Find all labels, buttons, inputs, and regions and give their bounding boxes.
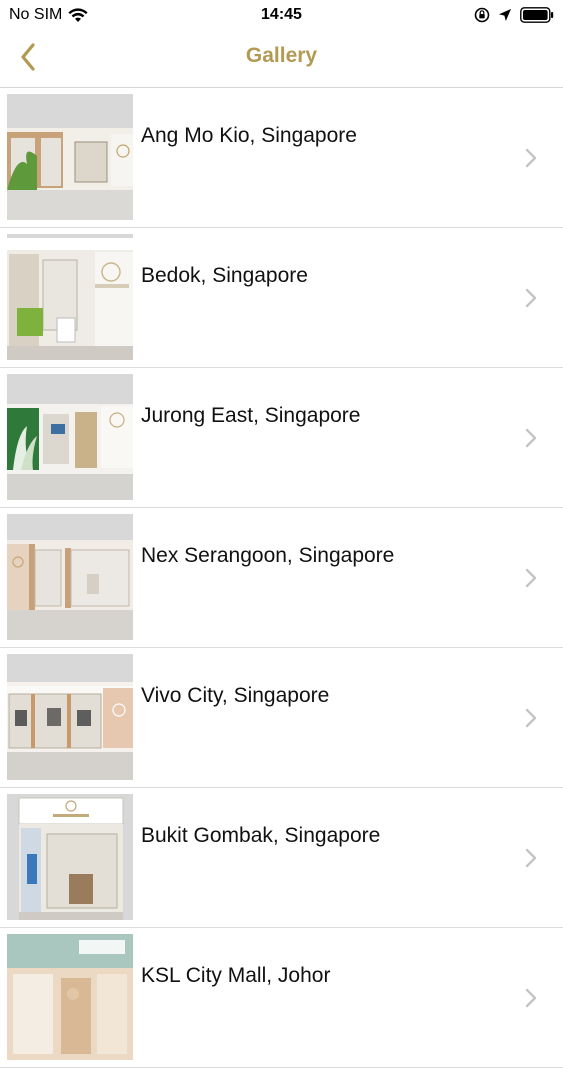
battery-icon xyxy=(520,7,554,23)
carrier-label: No SIM xyxy=(9,6,63,23)
list-item[interactable]: Jurong East, Singapore xyxy=(0,368,563,508)
navigation-bar: Gallery xyxy=(0,30,563,88)
location-name: Bedok, Singapore xyxy=(141,264,308,287)
store-thumbnail xyxy=(7,94,133,220)
chevron-right-icon xyxy=(525,988,537,1013)
chevron-right-icon xyxy=(525,148,537,173)
store-thumbnail xyxy=(7,934,133,1060)
page-title: Gallery xyxy=(245,44,318,67)
location-name: Vivo City, Singapore xyxy=(141,684,330,707)
chevron-right-icon xyxy=(525,288,537,313)
chevron-right-icon xyxy=(525,428,537,453)
chevron-right-icon xyxy=(525,848,537,873)
status-bar: No SIM 14:45 xyxy=(0,0,563,30)
store-thumbnail xyxy=(7,514,133,640)
list-item[interactable]: Vivo City, Singapore xyxy=(0,648,563,788)
location-icon xyxy=(498,8,512,22)
store-thumbnail xyxy=(7,374,133,500)
list-item[interactable]: KSL City Mall, Johor xyxy=(0,928,563,1068)
chevron-right-icon xyxy=(525,568,537,593)
list-item[interactable]: Bukit Gombak, Singapore xyxy=(0,788,563,928)
list-item[interactable]: Ang Mo Kio, Singapore xyxy=(0,88,563,228)
list-item[interactable]: Nex Serangoon, Singapore xyxy=(0,508,563,648)
location-name: Bukit Gombak, Singapore xyxy=(141,824,381,847)
location-name: Jurong East, Singapore xyxy=(141,404,361,427)
store-thumbnail xyxy=(7,654,133,780)
location-name: Ang Mo Kio, Singapore xyxy=(141,124,357,147)
location-name: Nex Serangoon, Singapore xyxy=(141,544,395,567)
gallery-list: Ang Mo Kio, Singapore Bedok, Singapore J… xyxy=(0,88,563,1068)
store-thumbnail xyxy=(7,234,133,360)
location-name: KSL City Mall, Johor xyxy=(141,964,331,987)
status-left: No SIM xyxy=(0,6,88,24)
orientation-lock-icon xyxy=(474,7,490,23)
list-item[interactable]: Bedok, Singapore xyxy=(0,228,563,368)
wifi-icon xyxy=(68,7,88,23)
store-thumbnail xyxy=(7,794,133,920)
status-right xyxy=(474,7,563,23)
chevron-right-icon xyxy=(525,708,537,733)
